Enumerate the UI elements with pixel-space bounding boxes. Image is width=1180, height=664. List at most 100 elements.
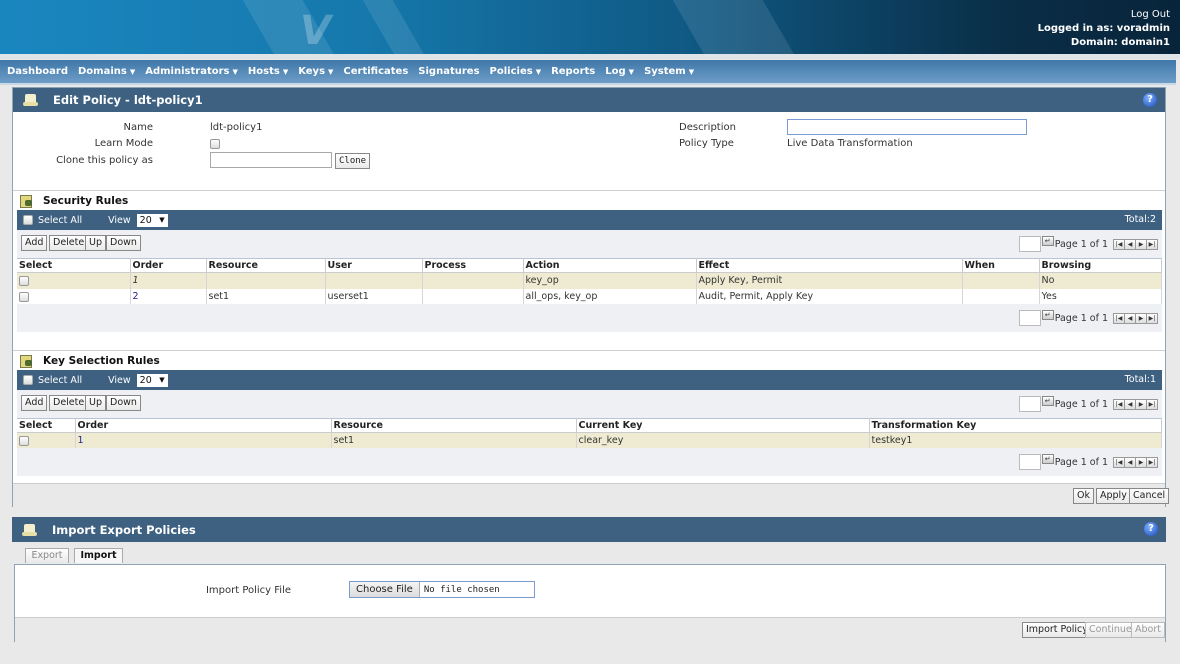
import-policy-button[interactable]: Import Policy — [1022, 622, 1092, 638]
continue-button[interactable]: Continue — [1085, 622, 1136, 638]
nav-item-label: Domains — [78, 66, 127, 77]
col-browsing: Browsing — [1039, 258, 1162, 273]
chevron-down-icon: ▼ — [628, 68, 635, 76]
add-button[interactable]: Add — [21, 235, 48, 251]
table-header-row: Select Order Resource User Process Actio… — [17, 258, 1162, 273]
view-label: View — [108, 374, 131, 386]
tab-import[interactable]: Import — [74, 548, 123, 563]
import-export-tabs: Export Import — [14, 548, 1166, 564]
divider — [13, 190, 1165, 191]
nav-item-keys[interactable]: Keys ▼ — [298, 66, 333, 77]
help-icon[interactable]: ? — [1144, 522, 1158, 536]
tab-export[interactable]: Export — [25, 548, 69, 563]
view-label: View — [108, 214, 131, 226]
browsing-cell: No — [1039, 272, 1162, 289]
page-number-input[interactable] — [1018, 310, 1041, 326]
col-effect: Effect — [696, 258, 963, 273]
description-input[interactable] — [787, 119, 1027, 135]
last-page-icon[interactable]: ▶| — [1146, 456, 1158, 468]
help-icon[interactable]: ? — [1143, 93, 1157, 107]
select-all-checkbox[interactable] — [23, 215, 33, 225]
up-button[interactable]: Up — [85, 235, 106, 251]
go-icon[interactable]: ↵ — [1041, 236, 1054, 246]
learn-mode-checkbox[interactable] — [210, 139, 220, 149]
add-button[interactable]: Add — [21, 395, 48, 411]
nav-item-certificates[interactable]: Certificates — [343, 66, 408, 77]
order-cell[interactable]: 1 — [130, 272, 207, 289]
key-selection-rules-table: Select Order Resource Current Key Transf… — [17, 418, 1162, 449]
main-nav: Dashboard Domains ▼ Administrators ▼ Hosts ▼ Ke… — [0, 60, 1176, 85]
col-order: Order — [130, 258, 207, 273]
security-rules-label: Security Rules — [43, 194, 129, 207]
user-cell — [325, 272, 423, 289]
current-key-cell: clear_key — [576, 432, 870, 449]
choose-file-button[interactable]: Choose File — [350, 582, 420, 597]
row-select-cell — [17, 432, 76, 449]
effect-cell: Audit, Permit, Apply Key — [696, 288, 963, 305]
select-all-label: Select All — [38, 374, 83, 386]
page-number-input[interactable] — [1018, 236, 1041, 252]
last-page-icon[interactable]: ▶| — [1146, 238, 1158, 250]
order-cell[interactable]: 1 — [75, 432, 332, 449]
view-count-select[interactable]: 20 ▼ — [136, 373, 168, 387]
nav-item-label: Keys — [298, 66, 326, 77]
view-count-select[interactable]: 20 ▼ — [136, 213, 168, 227]
table-row[interactable]: 1 set1 clear_key testkey1 — [17, 432, 1162, 449]
delete-button[interactable]: Delete — [49, 235, 89, 251]
nav-item-domains[interactable]: Domains ▼ — [78, 66, 135, 77]
page-number-input[interactable] — [1018, 396, 1041, 412]
cancel-button[interactable]: Cancel — [1129, 488, 1170, 504]
security-rules-table: Select Order Resource User Process Actio… — [17, 258, 1162, 305]
ok-button[interactable]: Ok — [1073, 488, 1094, 504]
nav-item-policies[interactable]: Policies ▼ — [490, 66, 542, 77]
row-checkbox[interactable] — [19, 435, 29, 446]
table-row[interactable]: 1 key_op Apply Key, Permit No — [17, 272, 1162, 289]
view-count-value: 20 — [139, 374, 152, 386]
nav-item-dashboard[interactable]: Dashboard — [7, 66, 68, 77]
select-all-checkbox[interactable] — [23, 375, 33, 385]
total-count: Total:2 — [1124, 214, 1156, 225]
delete-button[interactable]: Delete — [49, 395, 89, 411]
last-page-icon[interactable]: ▶| — [1146, 398, 1158, 410]
abort-button[interactable]: Abort — [1131, 622, 1165, 638]
nav-item-log[interactable]: Log ▼ — [605, 66, 634, 77]
nav-item-signatures[interactable]: Signatures — [418, 66, 479, 77]
nav-item-reports[interactable]: Reports — [551, 66, 595, 77]
action-cell: key_op — [523, 272, 697, 289]
col-transformation-key: Transformation Key — [869, 418, 1162, 433]
clone-name-input[interactable] — [210, 152, 332, 168]
down-button[interactable]: Down — [106, 235, 141, 251]
apply-button[interactable]: Apply — [1096, 488, 1131, 504]
last-page-icon[interactable]: ▶| — [1146, 312, 1158, 324]
table-row[interactable]: 2 set1 userset1 all_ops, key_op Audit, P… — [17, 288, 1162, 305]
down-button[interactable]: Down — [106, 395, 141, 411]
import-file-input[interactable]: Choose File No file chosen — [349, 581, 535, 598]
col-action: Action — [523, 258, 697, 273]
user-info: Log Out Logged in as: voradmin Domain: d… — [1038, 8, 1170, 50]
nav-item-label: Certificates — [343, 66, 409, 77]
page-number-input[interactable] — [1018, 454, 1041, 470]
banner-decoration — [661, 0, 809, 54]
total-count: Total:1 — [1124, 374, 1156, 385]
header-separator — [0, 54, 1180, 59]
transformation-key-cell: testkey1 — [869, 432, 1162, 449]
go-icon[interactable]: ↵ — [1041, 454, 1054, 464]
clone-button[interactable]: Clone — [335, 153, 371, 169]
go-icon[interactable]: ↵ — [1041, 310, 1054, 320]
nav-item-administrators[interactable]: Administrators ▼ — [145, 66, 238, 77]
rules-icon — [19, 354, 33, 368]
row-checkbox[interactable] — [19, 291, 29, 302]
order-cell[interactable]: 2 — [130, 288, 207, 305]
logout-link[interactable]: Log Out — [1038, 8, 1170, 22]
go-icon[interactable]: ↵ — [1041, 396, 1054, 406]
up-button[interactable]: Up — [85, 395, 106, 411]
process-cell — [422, 272, 524, 289]
select-all-label: Select All — [38, 214, 83, 226]
key-selection-rules-bar: Select All View 20 ▼ Total:1 — [17, 370, 1162, 390]
pager: ↵ Page 1 of 1 |◀ ◀ ▶ ▶| — [1018, 454, 1158, 470]
nav-item-hosts[interactable]: Hosts ▼ — [248, 66, 288, 77]
row-checkbox[interactable] — [19, 275, 29, 286]
user-cell: userset1 — [325, 288, 423, 305]
process-cell — [422, 288, 524, 305]
nav-item-system[interactable]: System ▼ — [644, 66, 694, 77]
